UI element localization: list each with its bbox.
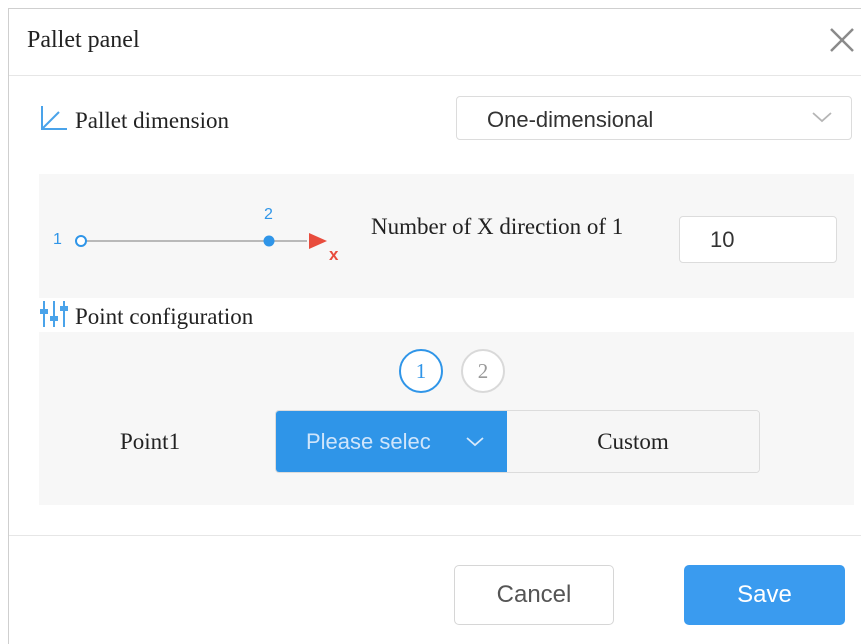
close-icon [830,28,854,52]
pallet-dimension-heading: Pallet dimension [39,104,229,138]
axis-chart-icon [39,104,69,138]
x-direction-diagram [75,233,327,249]
point1-label: Point1 [120,429,181,454]
dialog-header: Pallet panel [9,9,861,76]
point-configuration-label: Point configuration [75,304,254,329]
x-count-label: Number of X direction of 1 [371,214,624,239]
footer-divider [9,535,861,536]
custom-button[interactable]: Custom [507,411,759,472]
pallet-dimension-value: One-dimensional [487,107,654,132]
point-configuration-heading: Point configuration [39,299,253,335]
diagram-arrow-head [309,233,327,249]
diagram-point2-label: 2 [264,206,273,223]
pallet-dimension-label: Pallet dimension [75,108,229,133]
diagram-start-point [75,235,87,247]
step-1[interactable]: 1 [399,349,443,393]
pallet-dimension-select[interactable]: One-dimensional [456,96,852,140]
point1-select[interactable]: Please selec [276,411,507,472]
save-button[interactable]: Save [684,565,845,625]
cancel-button[interactable]: Cancel [454,565,614,625]
point1-select-placeholder: Please selec [306,429,431,454]
point1-source-group: Please selec Custom [275,410,760,473]
dialog-title: Pallet panel [27,27,140,53]
sliders-icon [39,299,69,335]
diagram-axis-label: x [329,245,339,264]
chevron-down-icon [465,435,485,453]
diagram-start-label: 1 [53,231,62,248]
pallet-panel-dialog: Pallet panel Pallet dimension One-dimens… [8,8,861,644]
x-count-input[interactable] [679,216,837,263]
chevron-down-icon [811,110,833,129]
close-button[interactable] [825,23,859,57]
diagram-point-2 [263,235,275,247]
step-2[interactable]: 2 [461,349,505,393]
